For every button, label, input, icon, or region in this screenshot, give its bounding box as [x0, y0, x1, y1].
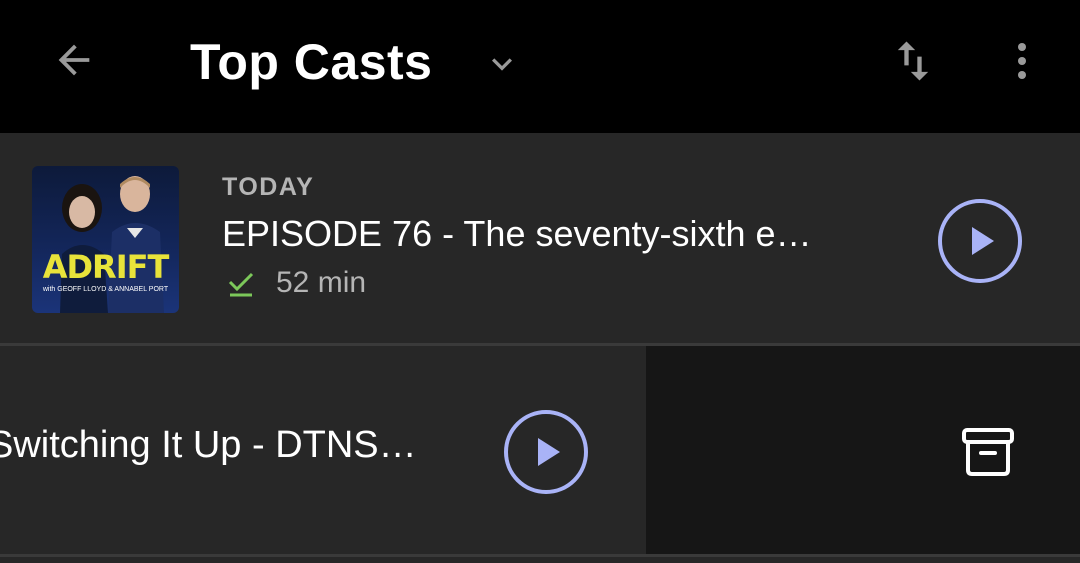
more-options-button[interactable]	[998, 30, 1046, 92]
swipe-action-panel	[646, 346, 1080, 554]
filter-dropdown-button[interactable]	[478, 40, 526, 88]
next-row-edge	[0, 557, 1080, 563]
episode-row[interactable]: ADRIFT with GEOFF LLOYD & ANNABEL PORT T…	[0, 133, 1080, 343]
episode-title: Switching It Up - DTNS…	[0, 424, 417, 466]
archive-button[interactable]	[960, 424, 1016, 480]
podcast-list-screen: Top Casts ADRIFT with GEOFF LLOYD & ANNA…	[0, 0, 1080, 563]
episode-title: EPISODE 76 - The seventy-sixth e…	[222, 213, 812, 254]
top-app-bar: Top Casts	[0, 0, 1080, 133]
play-button[interactable]	[936, 197, 1024, 285]
sort-button[interactable]	[882, 30, 944, 92]
episode-date: TODAY	[222, 173, 315, 201]
back-button[interactable]	[44, 30, 104, 90]
artwork-show-name: ADRIFT	[42, 248, 170, 286]
sort-arrows-icon	[897, 41, 929, 81]
archive-icon	[962, 428, 1014, 476]
downloaded-check-icon	[228, 272, 254, 297]
chevron-down-icon	[492, 58, 512, 71]
play-icon	[504, 410, 588, 494]
episode-row-swiped[interactable]: Switching It Up - DTNS…	[0, 346, 646, 554]
more-vertical-icon	[1018, 43, 1026, 79]
podcast-artwork: ADRIFT with GEOFF LLOYD & ANNABEL PORT	[32, 166, 179, 313]
play-icon	[938, 199, 1022, 283]
play-button[interactable]	[502, 408, 590, 496]
page-title[interactable]: Top Casts	[190, 32, 433, 92]
artwork-subtitle: with GEOFF LLOYD & ANNABEL PORT	[42, 286, 169, 293]
arrow-left-icon	[58, 44, 90, 76]
episode-duration: 52 min	[276, 266, 367, 299]
episode-meta: 52 min	[226, 266, 366, 300]
